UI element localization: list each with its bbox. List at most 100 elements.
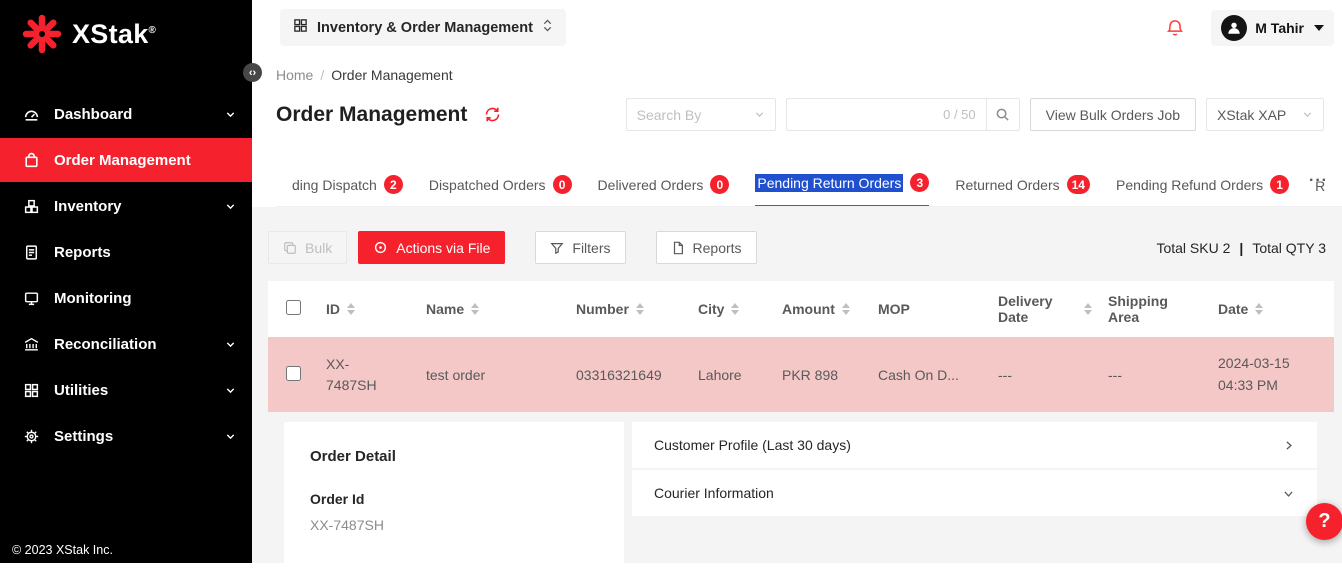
horizontal-scrollbar[interactable] [0,563,1342,569]
tab-delivered-orders[interactable]: Delivered Orders 0 [598,165,730,207]
breadcrumb-home[interactable]: Home [276,67,313,83]
orders-table: ID Name Number City Amount MOP Delivery … [268,281,1334,412]
xstak-logo[interactable]: XStak® [0,0,252,82]
sidebar: XStak® Dashboard Order Management [0,0,252,569]
tab-badge: 2 [384,175,403,194]
actions-via-file-button[interactable]: Actions via File [358,231,505,264]
app-window: XStak® Dashboard Order Management [0,0,1342,569]
help-button[interactable]: ? [1306,503,1342,540]
sidebar-item-label: Settings [54,428,113,445]
chevron-down-icon [225,109,236,120]
view-bulk-orders-job-button[interactable]: View Bulk Orders Job [1030,98,1196,131]
user-menu[interactable]: M Tahir [1211,10,1334,46]
page-header: Home/Order Management Order Management S… [252,55,1342,207]
breadcrumb-current: Order Management [331,67,452,83]
chevron-down-icon [1282,487,1295,500]
app-selector-label: Inventory & Order Management [317,20,533,36]
sort-icon[interactable] [1255,303,1263,315]
tab-returned-orders[interactable]: Returned Orders 14 [955,165,1090,207]
order-id-value: XX-7487SH [310,517,598,533]
bulk-copy-icon [283,241,297,255]
sidebar-item-reconciliation[interactable]: Reconciliation [0,322,252,366]
sort-icon[interactable] [636,303,644,315]
column-header-mop[interactable]: MOP [870,281,990,337]
sidebar-item-label: Reconciliation [54,336,157,353]
sidebar-item-order-management[interactable]: Order Management [0,138,252,182]
table-header-row: ID Name Number City Amount MOP Delivery … [268,281,1334,337]
sidebar-menu: Dashboard Order Management Inventory [0,82,252,535]
search-by-select[interactable]: Search By [626,98,776,131]
topbar: Inventory & Order Management M Tahir [252,0,1342,55]
select-all-checkbox[interactable] [286,300,301,315]
accordion-courier-information[interactable]: Courier Information [632,470,1317,516]
sidebar-item-settings[interactable]: Settings [0,414,252,458]
chevron-down-icon [225,339,236,350]
dashboard-icon [22,105,40,123]
sidebar-item-label: Dashboard [54,106,132,123]
reports-icon [22,243,40,261]
sidebar-item-utilities[interactable]: Utilities [0,368,252,412]
page-title: Order Management [276,103,467,127]
sidebar-item-monitoring[interactable]: Monitoring [0,276,252,320]
totals-summary: Total SKU 2 | Total QTY 3 [1156,240,1326,256]
report-file-icon [671,241,685,255]
accordion-customer-profile[interactable]: Customer Profile (Last 30 days) [632,422,1317,468]
detail-accordions: Customer Profile (Last 30 days) Courier … [632,422,1317,569]
cell-id: XX-7487SH [318,337,418,412]
cell-amount: PKR 898 [774,337,870,412]
sidebar-item-dashboard[interactable]: Dashboard [0,92,252,136]
column-header-amount[interactable]: Amount [774,281,870,337]
sidebar-item-label: Inventory [54,198,122,215]
sidebar-item-label: Reports [54,244,111,261]
search-input[interactable] [797,107,943,123]
sort-icon[interactable] [842,303,850,315]
table-row[interactable]: XX-7487SH test order 03316321649 Lahore … [268,337,1334,412]
tab-pending-return-orders[interactable]: Pending Return Orders 3 [755,163,929,207]
reports-button[interactable]: Reports [656,231,757,264]
sort-icon[interactable] [731,303,739,315]
sidebar-item-label: Monitoring [54,290,131,307]
order-detail-card: Order Detail Order Id XX-7487SH [284,422,624,569]
tab-badge: 0 [553,175,572,194]
search-button[interactable] [986,98,1020,131]
column-header-city[interactable]: City [690,281,774,337]
sort-icon[interactable] [1084,303,1092,315]
tab-pending-dispatch[interactable]: ding Dispatch 2 [292,165,403,207]
utilities-icon [22,381,40,399]
column-header-name[interactable]: Name [418,281,568,337]
inventory-icon [22,197,40,215]
column-header-id[interactable]: ID [318,281,418,337]
bulk-button[interactable]: Bulk [268,231,347,264]
avatar [1221,15,1247,41]
sidebar-collapse-button[interactable]: ‹› [243,63,262,82]
row-checkbox[interactable] [286,366,301,381]
sort-icon[interactable] [347,303,355,315]
refresh-icon[interactable] [483,105,502,124]
app-selector[interactable]: Inventory & Order Management [280,9,566,46]
column-header-shipping-area[interactable]: Shipping Area [1100,281,1210,337]
chevron-down-icon [225,385,236,396]
tab-dispatched-orders[interactable]: Dispatched Orders 0 [429,165,572,207]
tab-pending-refund-orders[interactable]: Pending Refund Orders 1 [1116,165,1289,207]
settings-gear-icon [22,427,40,445]
column-header-number[interactable]: Number [568,281,690,337]
caret-down-icon [1314,25,1324,31]
filters-button[interactable]: Filters [535,231,625,264]
sort-icon[interactable] [471,303,479,315]
cell-mop: Cash On D... [870,337,990,412]
sidebar-item-reports[interactable]: Reports [0,230,252,274]
sidebar-item-inventory[interactable]: Inventory [0,184,252,228]
user-name: M Tahir [1255,20,1304,36]
column-header-delivery-date[interactable]: Delivery Date [990,281,1100,337]
sidebar-item-label: Order Management [54,152,191,169]
search-char-counter: 0 / 50 [943,107,976,122]
column-header-date[interactable]: Date [1210,281,1334,337]
breadcrumb: Home/Order Management [276,67,1342,83]
tabs-more-button[interactable]: ··· [1309,172,1328,190]
order-detail-title: Order Detail [310,448,598,465]
notification-bell-icon[interactable] [1165,17,1185,38]
filter-funnel-icon [550,241,564,255]
order-id-label: Order Id [310,491,598,507]
cell-shipping-area: --- [1100,337,1210,412]
xstak-xap-select[interactable]: XStak XAP [1206,98,1324,131]
